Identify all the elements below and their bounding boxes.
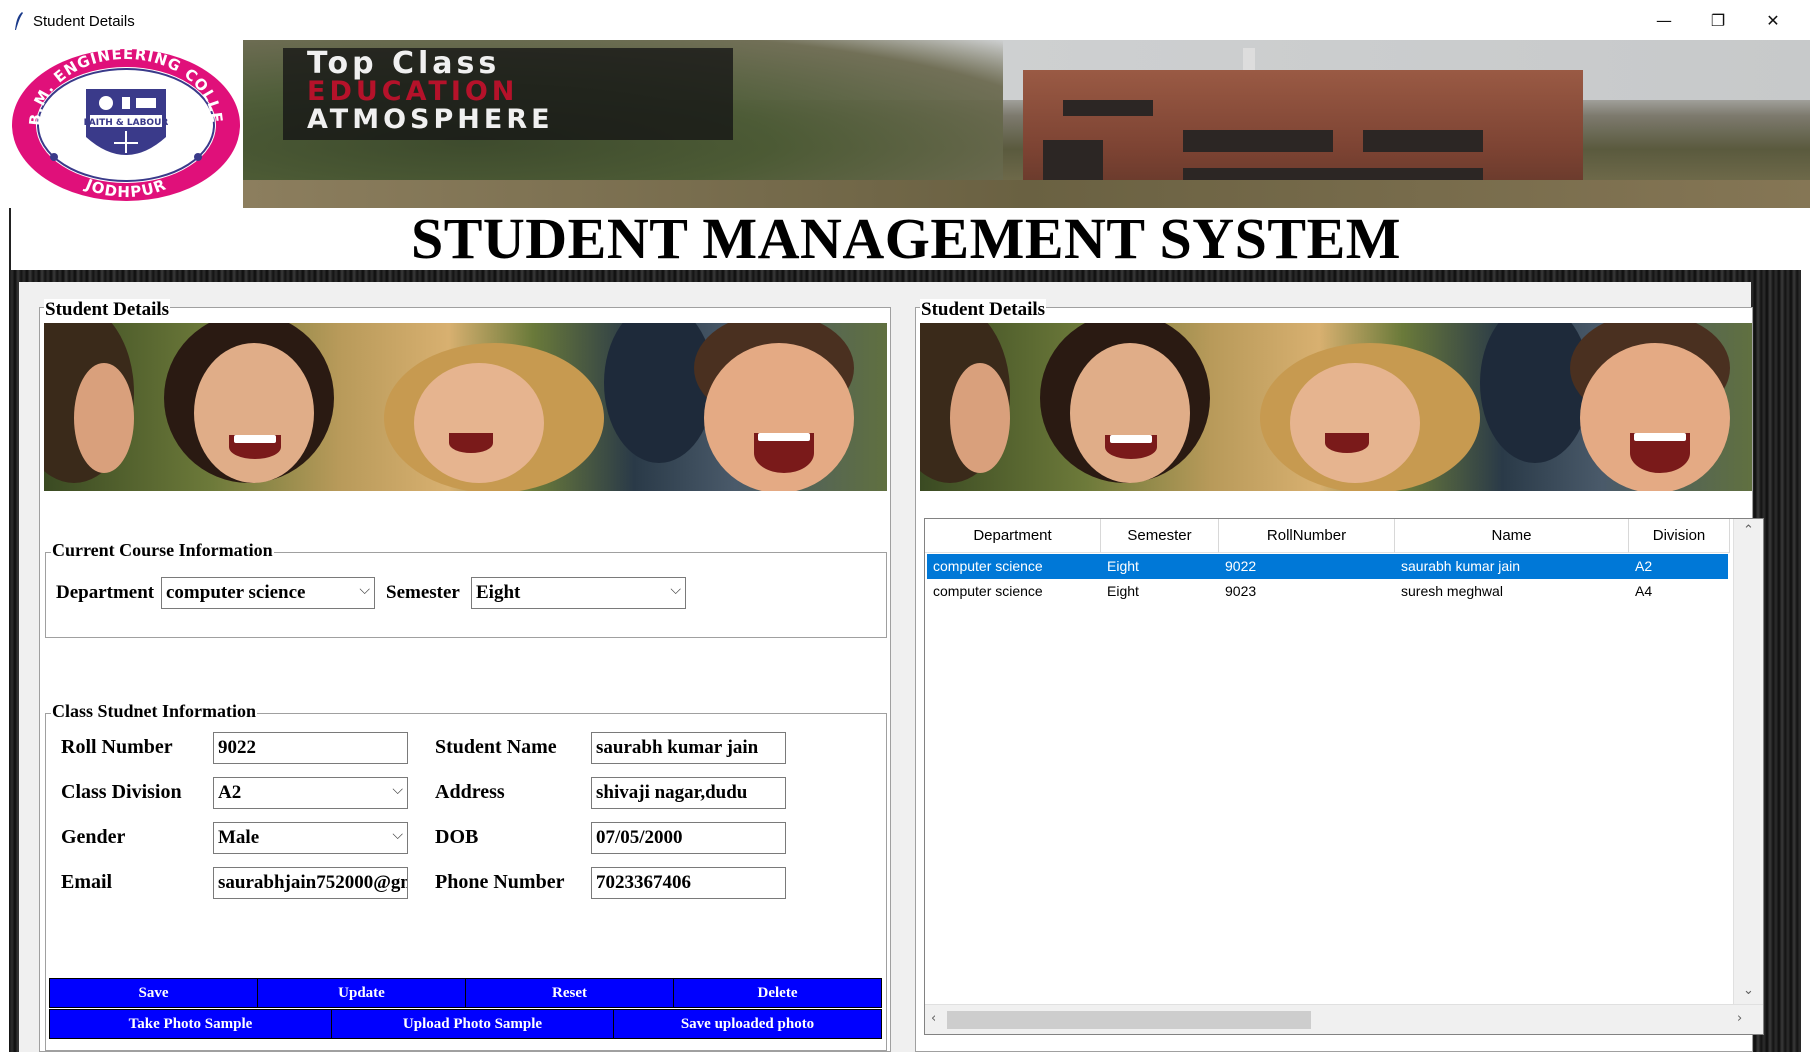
horizontal-scrollbar[interactable]: ‹ › (925, 1004, 1763, 1034)
horizontal-scroll-thumb[interactable] (947, 1011, 1311, 1029)
restore-button[interactable]: ❐ (1691, 0, 1745, 40)
chevron-down-icon: ⌵ (392, 827, 403, 843)
table-row[interactable]: computer science Eight 9022 saurabh kuma… (927, 554, 1728, 579)
class-division-value: A2 (218, 782, 242, 803)
right-frame-title: Student Details (920, 299, 1047, 321)
page-title: STUDENT MANAGEMENT SYSTEM (410, 206, 1402, 271)
save-uploaded-photo-button[interactable]: Save uploaded photo (613, 1009, 882, 1039)
phone-number-input[interactable]: 7023367406 (591, 867, 786, 899)
upload-photo-sample-button[interactable]: Upload Photo Sample (331, 1009, 614, 1039)
left-students-photo (44, 323, 887, 491)
campus-banner: Top Class EDUCATION ATMOSPHERE (243, 40, 1810, 208)
scroll-down-icon[interactable]: ⌄ (1743, 983, 1754, 998)
dob-input[interactable]: 07/05/2000 (591, 822, 786, 854)
table-cell: computer science (933, 583, 1043, 599)
department-select-value: computer science (166, 582, 306, 603)
scroll-right-icon[interactable]: › (1737, 1011, 1742, 1026)
table-cell: Eight (1107, 583, 1139, 599)
table-cell: A4 (1635, 583, 1653, 599)
table-cell: A2 (1635, 558, 1653, 574)
minimize-button[interactable]: — (1637, 0, 1691, 40)
student-name-input[interactable]: saurabh kumar jain (591, 732, 786, 764)
column-header-rollnumber[interactable]: RollNumber (1219, 519, 1395, 553)
chevron-down-icon: ⌵ (670, 582, 681, 598)
reset-button[interactable]: Reset (465, 978, 674, 1008)
gender-select-value: Male (218, 827, 260, 848)
address-input[interactable]: shivaji nagar,dudu (591, 777, 786, 809)
course-info-title: Current Course Information (51, 540, 274, 561)
class-info-title: Class Studnet Information (51, 701, 258, 722)
semester-select-value: Eight (476, 582, 521, 603)
student-table[interactable]: Department Semester RollNumber Name Divi… (924, 518, 1764, 1035)
dob-label: DOB (435, 826, 479, 848)
scroll-left-icon[interactable]: ‹ (931, 1011, 936, 1026)
take-photo-sample-button[interactable]: Take Photo Sample (49, 1009, 332, 1039)
gender-label: Gender (61, 826, 126, 848)
save-button[interactable]: Save (49, 978, 258, 1008)
address-label: Address (435, 781, 505, 803)
table-cell: suresh meghwal (1401, 583, 1503, 599)
header: M.B.M. ENGINEERING COLLEGE JODHPUR FAITH… (0, 40, 1810, 208)
email-label: Email (61, 871, 113, 893)
class-division-select[interactable]: A2 ⌵ (213, 777, 408, 809)
department-label: Department (56, 582, 155, 603)
left-frame-title: Student Details (44, 299, 171, 321)
banner-line-2: EDUCATION (307, 76, 519, 107)
column-header-department[interactable]: Department (925, 519, 1101, 553)
gender-select[interactable]: Male ⌵ (213, 822, 408, 854)
page-heading: STUDENT MANAGEMENT SYSTEM (9, 208, 1801, 270)
delete-button[interactable]: Delete (673, 978, 882, 1008)
column-header-division[interactable]: Division (1629, 519, 1730, 553)
column-header-name[interactable]: Name (1395, 519, 1629, 553)
close-button[interactable]: ✕ (1746, 0, 1800, 40)
table-cell: 9023 (1225, 583, 1257, 599)
update-button[interactable]: Update (257, 978, 466, 1008)
department-select[interactable]: computer science ⌵ (161, 577, 375, 609)
roll-number-input[interactable]: 9022 (213, 732, 408, 764)
close-icon: ✕ (1766, 10, 1780, 30)
title-bar: Student Details — ❐ ✕ (0, 0, 1810, 40)
scroll-up-icon[interactable]: ⌃ (1743, 523, 1754, 538)
college-logo: M.B.M. ENGINEERING COLLEGE JODHPUR FAITH… (10, 45, 240, 201)
banner-line-3: ATMOSPHERE (307, 104, 554, 135)
right-students-photo (920, 323, 1752, 491)
phone-number-label: Phone Number (435, 871, 565, 893)
table-cell: Eight (1107, 558, 1139, 574)
logo-motto: FAITH & LABOUR (84, 118, 169, 128)
feather-icon (15, 12, 23, 30)
window-title: Student Details (33, 13, 135, 30)
table-header: Department Semester RollNumber Name Divi… (925, 519, 1730, 553)
column-header-semester[interactable]: Semester (1101, 519, 1219, 553)
table-cell: 9022 (1225, 558, 1257, 574)
vertical-scrollbar[interactable]: ⌃ ⌄ (1733, 519, 1763, 1004)
semester-select[interactable]: Eight ⌵ (471, 577, 686, 609)
email-input[interactable]: saurabhjain752000@gm (213, 867, 408, 899)
table-cell: saurabh kumar jain (1401, 558, 1521, 574)
minimize-icon: — (1656, 10, 1672, 30)
semester-label: Semester (386, 582, 460, 603)
table-cell: computer science (933, 558, 1043, 574)
class-division-label: Class Division (61, 781, 182, 803)
table-row[interactable]: computer science Eight 9023 suresh meghw… (927, 579, 1728, 604)
chevron-down-icon: ⌵ (392, 782, 403, 798)
roll-number-label: Roll Number (61, 736, 173, 758)
restore-icon: ❐ (1710, 10, 1726, 30)
student-name-label: Student Name (435, 736, 557, 758)
chevron-down-icon: ⌵ (359, 582, 370, 598)
